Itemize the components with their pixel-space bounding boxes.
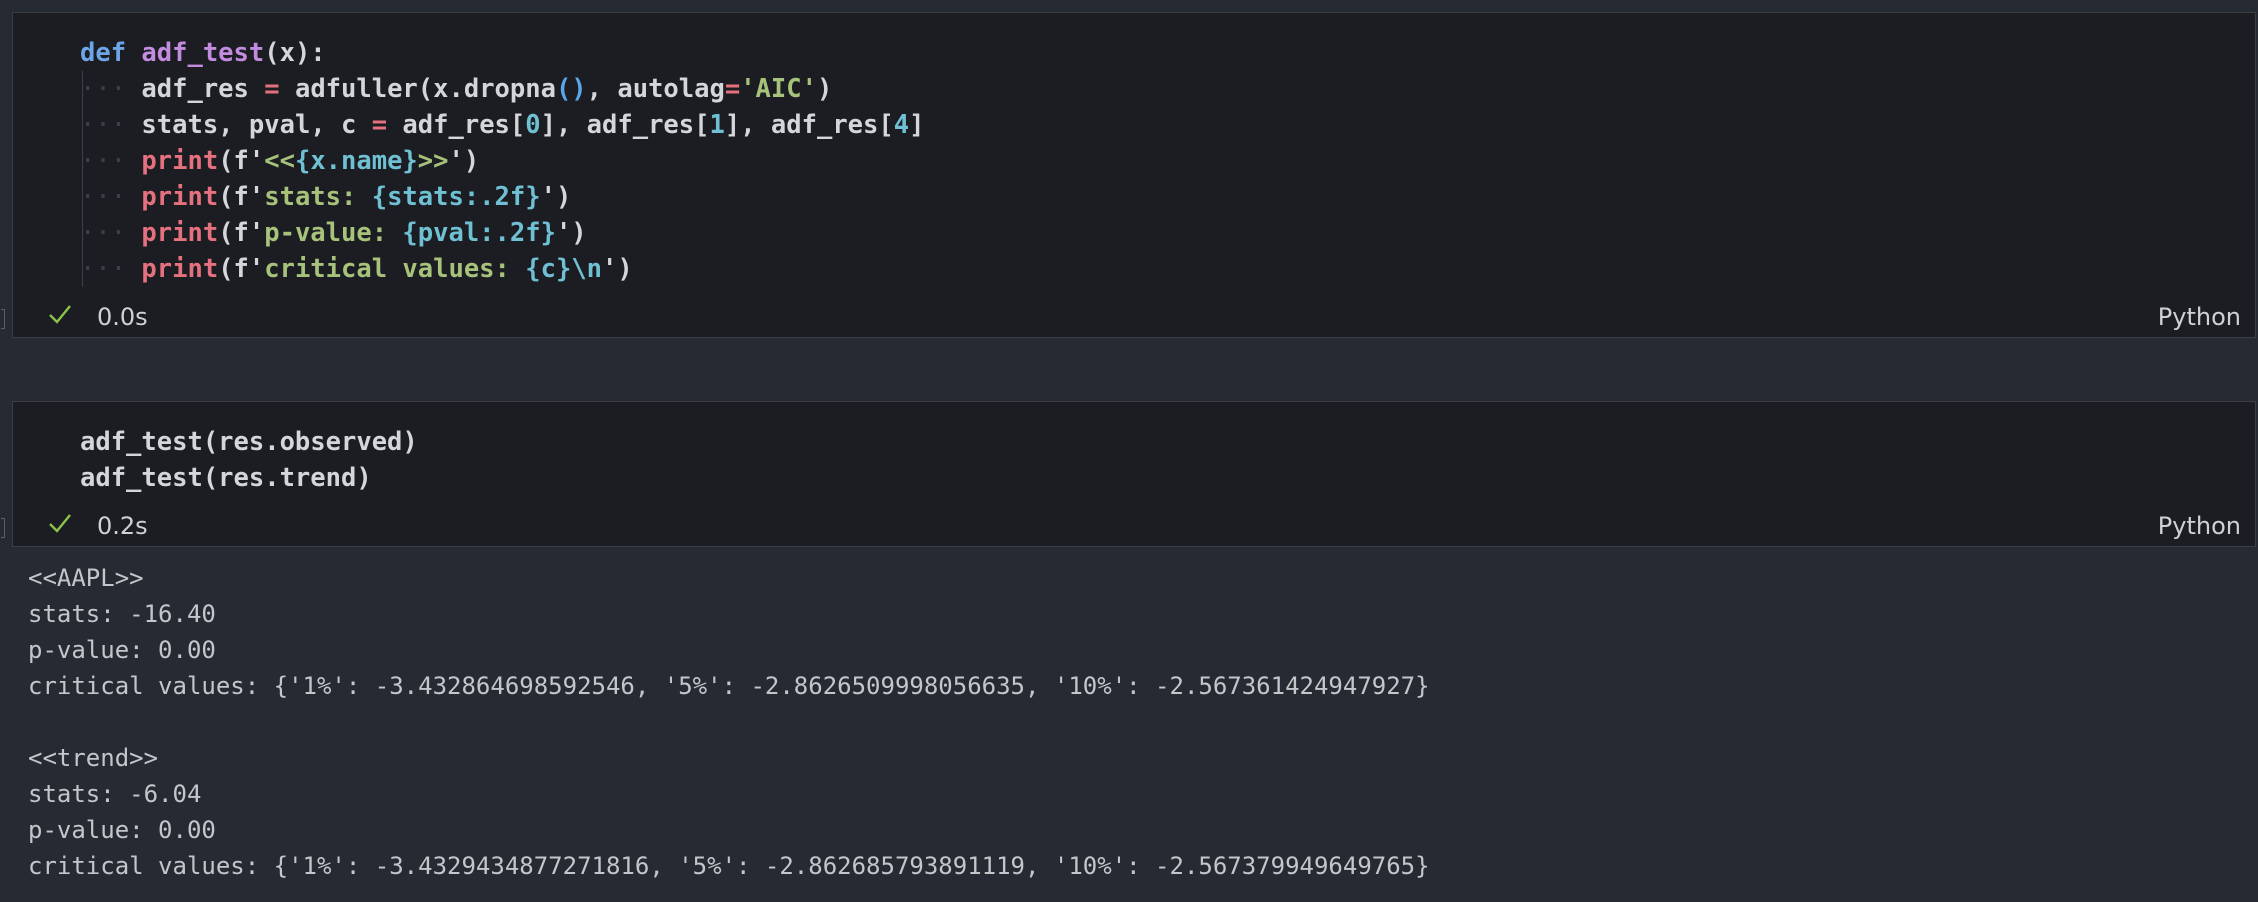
code-token: {stats:.2f}	[371, 182, 541, 212]
code-token: stats, pval, c	[141, 110, 372, 140]
code-token: adfuller(x.dropna	[279, 74, 556, 104]
check-icon	[49, 305, 71, 324]
code-token: \n	[571, 254, 603, 284]
code-token: adf_res[	[387, 110, 526, 140]
indent-guide	[82, 107, 83, 143]
cell-gutter-marker	[1, 518, 5, 538]
code-token: ')	[448, 146, 480, 176]
code-token: (x):	[264, 38, 326, 68]
code-line[interactable]: ··· stats, pval, c = adf_res[0], adf_res…	[13, 107, 924, 143]
code-token: 1	[709, 110, 725, 140]
code-line[interactable]: ··· print(f'<<{x.name}>>')	[13, 143, 924, 179]
code-token: ]	[909, 110, 925, 140]
code-token: {pval:.2f}	[402, 218, 556, 248]
output-line: stats: -6.04	[28, 780, 202, 808]
code-token: =	[264, 74, 280, 104]
cell-gutter-marker	[1, 309, 5, 329]
code-token: critical values:	[264, 254, 526, 284]
indent-guide	[82, 251, 83, 287]
code-editor[interactable]: def adf_test(x): ··· adf_res = adfuller(x…	[13, 35, 924, 287]
language-label[interactable]: Python	[2158, 512, 2241, 540]
code-token: >>	[417, 146, 449, 176]
code-token: adf_test(res.observed)	[80, 427, 418, 457]
output-line: <<trend>>	[28, 744, 159, 772]
whitespace-dots: ···	[80, 74, 127, 104]
code-token: {c}	[525, 254, 572, 284]
code-token: adf_res	[141, 74, 265, 104]
whitespace-dots: ···	[80, 218, 127, 248]
whitespace-dots: ···	[80, 110, 127, 140]
code-token: , autolag	[586, 74, 725, 104]
execution-time: 0.2s	[97, 512, 148, 540]
whitespace-dots: ···	[80, 254, 127, 284]
code-token: print	[141, 254, 219, 284]
code-token: 4	[893, 110, 910, 140]
code-token: ')	[555, 218, 587, 248]
indent-guide	[82, 179, 83, 215]
code-editor[interactable]: adf_test(res.observed) adf_test(res.trend…	[13, 424, 418, 496]
output-line: critical values: {'1%': -3.4328646985925…	[28, 672, 1430, 700]
code-token: (f'	[218, 218, 265, 248]
code-line[interactable]: def adf_test(x):	[13, 35, 924, 71]
execution-time: 0.0s	[97, 303, 148, 331]
code-token: <<	[264, 146, 295, 176]
code-token: def	[80, 38, 142, 68]
output-line: <<AAPL>>	[28, 564, 144, 592]
code-token: =	[371, 110, 388, 140]
output-line: p-value: 0.00	[28, 636, 216, 664]
code-line[interactable]: ··· print(f'stats: {stats:.2f}')	[13, 179, 924, 215]
code-token: 0	[525, 110, 541, 140]
code-line[interactable]: ··· print(f'critical values: {c}\n')	[13, 251, 924, 287]
check-icon	[49, 514, 71, 533]
whitespace-dots: ···	[80, 182, 127, 212]
code-token: {x.name}	[294, 146, 418, 176]
output-line: p-value: 0.00	[28, 816, 216, 844]
indent-guide	[82, 215, 83, 251]
code-token: (f'	[218, 182, 265, 212]
indent-guide	[82, 143, 83, 179]
code-token: =	[724, 74, 741, 104]
cell-status-bar: 0.0s Python	[13, 295, 2255, 337]
cell-output: <<AAPL>> stats: -16.40 p-value: 0.00 critic…	[28, 560, 1430, 884]
code-token: ], adf_res[	[540, 110, 710, 140]
whitespace-dots: ···	[80, 146, 127, 176]
code-line[interactable]: adf_test(res.observed)	[13, 424, 418, 460]
code-token: 'AIC'	[740, 74, 817, 104]
output-line: critical values: {'1%': -3.4329434877271…	[28, 852, 1430, 880]
code-token: print	[141, 146, 219, 176]
indent-guide	[82, 71, 83, 107]
code-cell-1[interactable]: def adf_test(x): ··· adf_res = adfuller(x…	[1, 12, 2256, 338]
code-token: (f'	[218, 146, 265, 176]
code-line[interactable]: ··· adf_res = adfuller(x.dropna(), autol…	[13, 71, 924, 107]
code-line[interactable]: adf_test(res.trend)	[13, 460, 418, 496]
code-token: print	[141, 182, 219, 212]
code-cell-2[interactable]: adf_test(res.observed) adf_test(res.trend…	[1, 401, 2256, 547]
code-token: )	[816, 74, 833, 104]
code-token: ()	[555, 74, 587, 104]
code-token: adf_test	[141, 38, 265, 68]
code-token: (f'	[218, 254, 265, 284]
code-token: ')	[540, 182, 572, 212]
language-label[interactable]: Python	[2158, 303, 2241, 331]
code-token: p-value:	[264, 218, 403, 248]
output-line: stats: -16.40	[28, 600, 216, 628]
cell-status-bar: 0.2s Python	[13, 504, 2255, 546]
code-token: print	[141, 218, 219, 248]
code-token: ], adf_res[	[724, 110, 894, 140]
code-line[interactable]: ··· print(f'p-value: {pval:.2f}')	[13, 215, 924, 251]
code-token: ')	[602, 254, 633, 284]
code-token: stats:	[264, 182, 372, 212]
code-token: adf_test(res.trend)	[80, 463, 372, 493]
